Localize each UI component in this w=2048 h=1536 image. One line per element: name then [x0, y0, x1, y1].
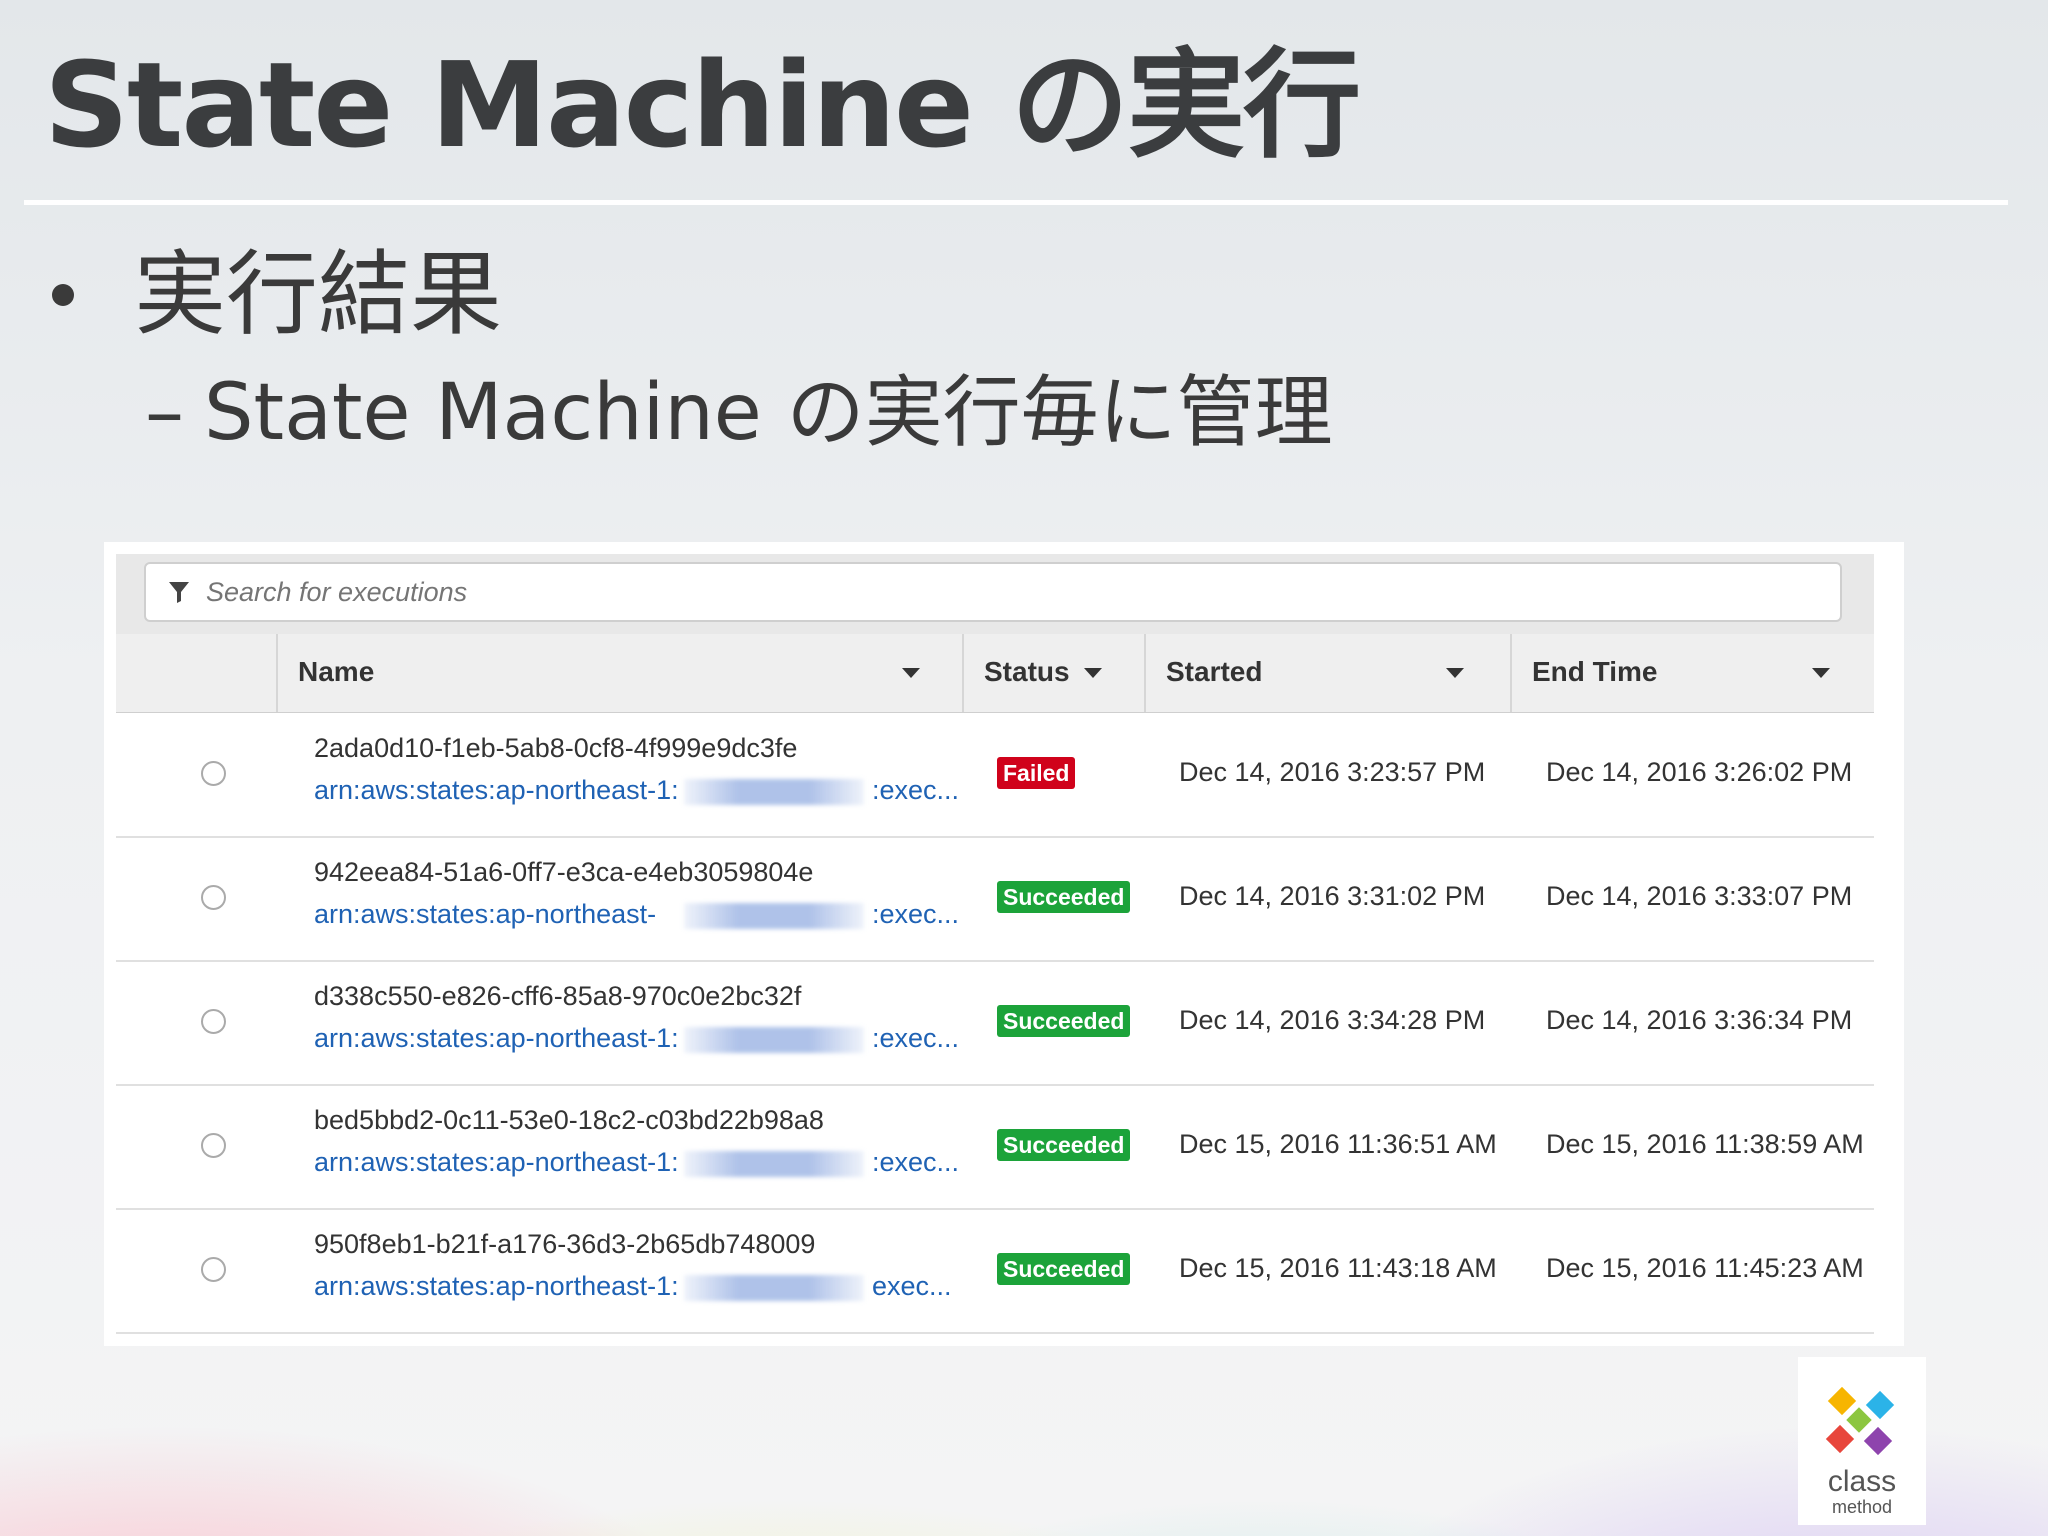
redacted-account-id — [684, 779, 864, 805]
execution-arn-link[interactable]: arn:aws:states:ap-northeast-1: — [314, 1023, 679, 1054]
logo-shape-yellow — [1827, 1387, 1857, 1416]
column-header-status-label: Status — [984, 656, 1070, 687]
column-header-end-time-label: End Time — [1532, 656, 1658, 687]
end-time: Dec 15, 2016 11:38:59 AM — [1546, 1129, 1864, 1159]
row-select-radio[interactable] — [201, 885, 226, 910]
logo-shape-red — [1825, 1424, 1855, 1454]
search-input[interactable] — [144, 562, 1842, 622]
started-time: Dec 15, 2016 11:43:18 AM — [1179, 1253, 1497, 1283]
bullet-item: 実行結果 — [42, 235, 502, 355]
table-row[interactable]: bed5bbd2-0c11-53e0-18c2-c03bd22b98a8 arn… — [116, 1085, 1874, 1210]
column-header-started-label: Started — [1166, 656, 1263, 687]
execution-arn-suffix[interactable]: :exec... — [872, 775, 959, 806]
column-header-name-label: Name — [298, 656, 375, 687]
redacted-account-id — [684, 1151, 864, 1177]
execution-arn-suffix[interactable]: exec... — [872, 1271, 952, 1302]
row-select-radio[interactable] — [201, 1133, 226, 1158]
slide-title: State Machine の実行 — [44, 36, 1361, 174]
classmethod-logo: class method — [1798, 1357, 1926, 1525]
status-badge: Succeeded — [997, 1005, 1131, 1037]
execution-arn-suffix[interactable]: :exec... — [872, 1147, 959, 1178]
sort-caret-icon[interactable] — [902, 668, 920, 678]
execution-id[interactable]: 942eea84-51a6-0ff7-e3ca-e4eb3059804e — [314, 857, 813, 888]
column-header-status[interactable]: Status — [962, 634, 1144, 712]
header-select-column — [116, 634, 276, 712]
execution-arn-suffix[interactable]: :exec... — [872, 1023, 959, 1054]
started-time: Dec 14, 2016 3:34:28 PM — [1179, 1005, 1486, 1035]
started-time: Dec 14, 2016 3:31:02 PM — [1179, 881, 1486, 911]
end-time: Dec 14, 2016 3:36:34 PM — [1546, 1005, 1853, 1035]
sub-bullet-item: – State Machine の実行毎に管理 — [145, 358, 1333, 468]
logo-shape-blue — [1865, 1390, 1895, 1420]
executions-table: Name Status Started End Time 2ada0d10-f1… — [116, 554, 1874, 1334]
execution-arn-link[interactable]: arn:aws:states:ap-northeast-1: — [314, 775, 679, 806]
logo-text-class: class — [1827, 1465, 1897, 1498]
row-select-radio[interactable] — [201, 1009, 226, 1034]
table-header: Name Status Started End Time — [116, 634, 1874, 713]
title-divider — [24, 200, 2008, 205]
bullet-text: 実行結果 — [134, 241, 503, 348]
sub-bullet-text: State Machine の実行毎に管理 — [204, 368, 1333, 458]
execution-arn-link[interactable]: arn:aws:states:ap-northeast-1: — [314, 1271, 679, 1302]
sub-bullet-dash: – — [145, 368, 184, 458]
column-header-started[interactable]: Started — [1144, 634, 1510, 712]
redacted-account-id — [684, 1027, 864, 1053]
started-time: Dec 15, 2016 11:36:51 AM — [1179, 1129, 1497, 1159]
execution-id[interactable]: bed5bbd2-0c11-53e0-18c2-c03bd22b98a8 — [314, 1105, 824, 1136]
redacted-account-id — [684, 903, 864, 929]
sort-caret-icon[interactable] — [1812, 668, 1830, 678]
sort-caret-icon[interactable] — [1446, 668, 1464, 678]
logo-shape-green — [1846, 1407, 1872, 1433]
table-row[interactable]: 950f8eb1-b21f-a176-36d3-2b65db748009 arn… — [116, 1209, 1874, 1334]
status-badge: Succeeded — [997, 881, 1131, 913]
sort-caret-icon[interactable] — [1084, 668, 1102, 678]
execution-id[interactable]: d338c550-e826-cff6-85a8-970c0e2bc32f — [314, 981, 801, 1012]
table-row[interactable]: d338c550-e826-cff6-85a8-970c0e2bc32f arn… — [116, 961, 1874, 1086]
status-badge: Failed — [997, 757, 1076, 789]
row-select-radio[interactable] — [201, 761, 226, 786]
executions-screenshot: Name Status Started End Time 2ada0d10-f1… — [104, 542, 1904, 1346]
end-time: Dec 14, 2016 3:26:02 PM — [1546, 757, 1853, 787]
status-badge: Succeeded — [997, 1253, 1131, 1285]
search-bar — [116, 554, 1874, 635]
column-header-name[interactable]: Name — [276, 634, 962, 712]
logo-shape-purple — [1863, 1426, 1893, 1456]
bullet-dot-icon — [52, 283, 74, 306]
table-row[interactable]: 942eea84-51a6-0ff7-e3ca-e4eb3059804e arn… — [116, 837, 1874, 962]
logo-text-method: method — [1831, 1497, 1893, 1517]
filter-icon — [169, 582, 189, 603]
execution-arn-link[interactable]: arn:aws:states:ap-northeast-1: — [314, 1147, 679, 1178]
redacted-account-id — [684, 1275, 864, 1301]
status-badge: Succeeded — [997, 1129, 1131, 1161]
table-row[interactable]: 2ada0d10-f1eb-5ab8-0cf8-4f999e9dc3fe arn… — [116, 713, 1874, 838]
execution-id[interactable]: 2ada0d10-f1eb-5ab8-0cf8-4f999e9dc3fe — [314, 733, 797, 764]
classmethod-logo-icon — [1825, 1387, 1895, 1456]
execution-id[interactable]: 950f8eb1-b21f-a176-36d3-2b65db748009 — [314, 1229, 815, 1260]
column-header-end-time[interactable]: End Time — [1510, 634, 1874, 712]
execution-arn-link[interactable]: arn:aws:states:ap-northeast- — [314, 899, 656, 930]
end-time: Dec 15, 2016 11:45:23 AM — [1546, 1253, 1864, 1283]
execution-arn-suffix[interactable]: :exec... — [872, 899, 959, 930]
started-time: Dec 14, 2016 3:23:57 PM — [1179, 757, 1486, 787]
end-time: Dec 14, 2016 3:33:07 PM — [1546, 881, 1853, 911]
row-select-radio[interactable] — [201, 1257, 226, 1282]
